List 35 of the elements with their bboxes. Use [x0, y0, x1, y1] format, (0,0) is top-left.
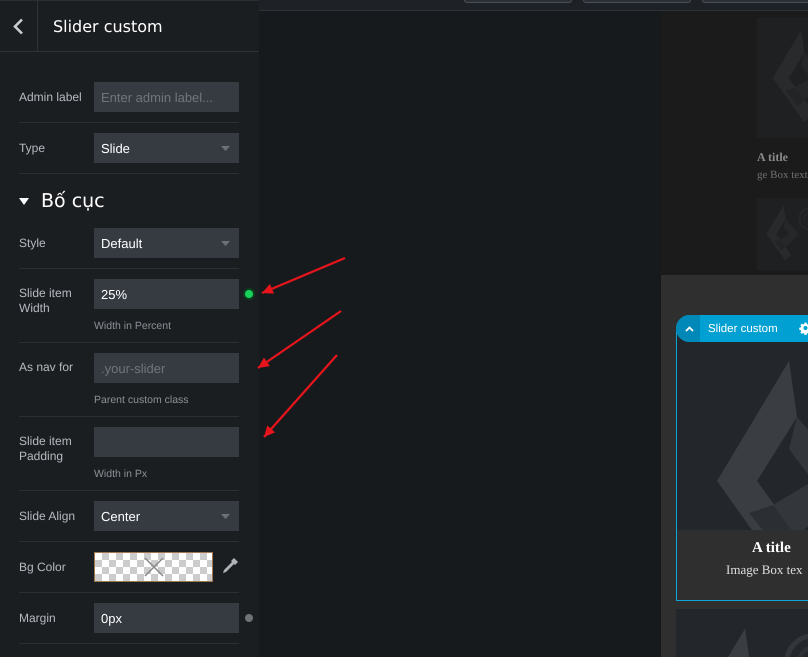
back-icon	[13, 18, 24, 34]
field-hint: Width in Percent	[94, 320, 172, 332]
item-title: A title	[752, 540, 791, 557]
field-label: Bg Color	[19, 559, 67, 576]
field-label: Slide item Padding	[19, 433, 73, 465]
field-label: Style	[19, 235, 47, 252]
input-field[interactable]: .your-slider	[94, 353, 239, 383]
caret-icon	[221, 240, 230, 246]
section-header[interactable]: Bố cục	[19, 174, 239, 218]
input-field[interactable]: 0px	[94, 603, 239, 633]
triangle-icon	[19, 198, 29, 204]
panel-title: Slider custom	[53, 16, 163, 36]
collapse-button[interactable]	[676, 315, 700, 342]
item-text: ge Box text	[757, 169, 808, 181]
field-label: Type	[19, 140, 46, 157]
field-label: As nav for	[19, 359, 74, 376]
field-label: Slide Align	[19, 508, 76, 525]
input-field[interactable]: Enter admin label...	[94, 82, 239, 112]
caret-icon	[221, 514, 230, 518]
field-label: Admin label	[19, 89, 83, 106]
field-label: Margin	[19, 610, 57, 627]
color-swatch[interactable]	[94, 552, 213, 582]
item-title: A title	[757, 150, 789, 165]
select-field[interactable]: Center	[94, 501, 239, 531]
clear-icon	[144, 557, 164, 577]
input-field[interactable]	[94, 427, 239, 457]
select-field[interactable]: Slide	[94, 133, 239, 163]
caret-icon	[221, 146, 230, 150]
field-hint: Width in Px	[94, 468, 148, 480]
field-hint: Parent custom class	[94, 394, 190, 406]
caret-icon	[685, 326, 694, 332]
input-field[interactable]: 25%	[94, 279, 239, 309]
item-text: Image Box tex	[726, 562, 803, 578]
field-label: Slide item Width	[19, 285, 73, 317]
select-field[interactable]: Default	[94, 228, 239, 258]
